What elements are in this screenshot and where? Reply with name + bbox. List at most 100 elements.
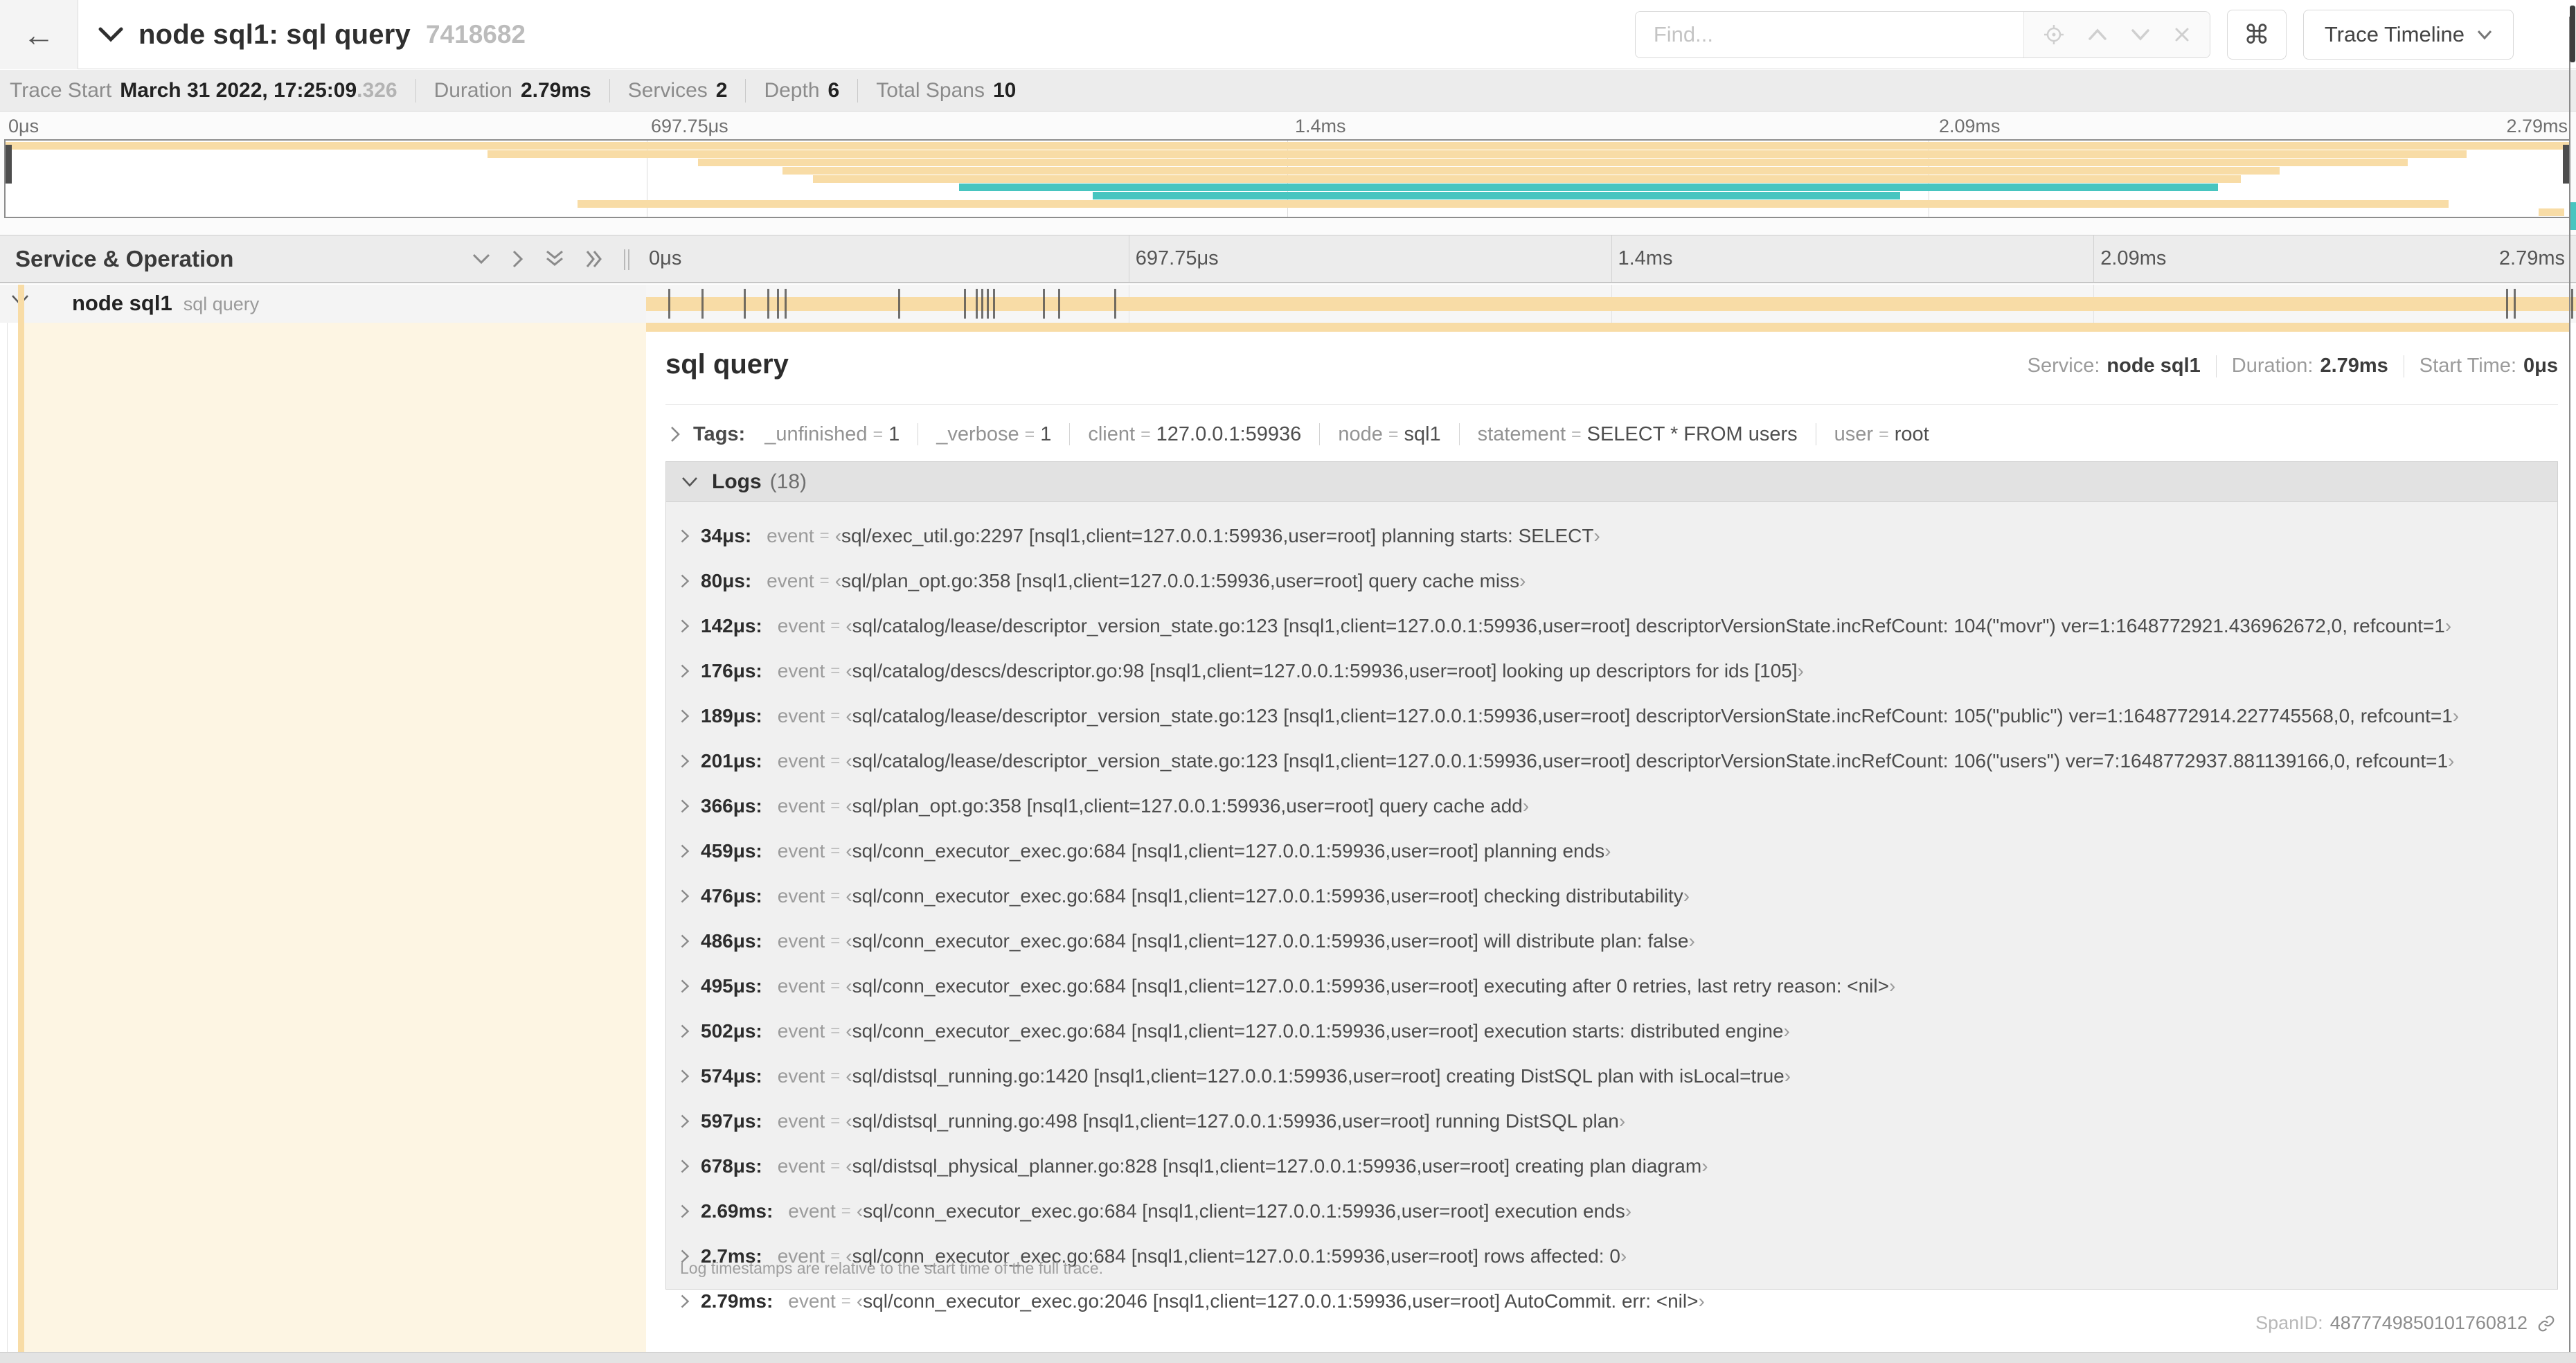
log-entry-row[interactable]: 486μs: event = ‹ sql/conn_executor_exec.go:6…	[666, 918, 2557, 963]
span-detail-panel: sql query Service: node sql1 Duration: 2.79…	[646, 323, 2576, 1352]
find-prev-icon[interactable]	[2088, 28, 2107, 42]
viewrange-right-handle[interactable]	[2563, 145, 2569, 184]
tag-key: user	[1834, 422, 1874, 445]
chevron-right-icon	[680, 844, 690, 859]
deep-link-icon[interactable]	[2537, 1315, 2555, 1333]
find-next-icon[interactable]	[2131, 28, 2150, 42]
span-row[interactable]: node sql1 sql query	[0, 285, 2576, 323]
log-entry-row[interactable]: 597μs: event = ‹ sql/distsql_running.go:498 …	[666, 1098, 2557, 1143]
log-open-quote: ‹	[846, 1019, 852, 1042]
log-close-quote: ›	[2444, 614, 2452, 636]
log-field-value: sql/plan_opt.go:358 [nsql1,client=127.0.…	[841, 569, 1520, 591]
log-open-quote: ‹	[846, 1064, 852, 1087]
log-marker-tick	[767, 289, 769, 319]
log-equals: =	[819, 571, 830, 590]
log-open-quote: ‹	[834, 569, 842, 591]
trace-id: 7418682	[425, 20, 526, 48]
find-suffix-buttons	[2023, 12, 2210, 57]
log-entry-row[interactable]: 366μs: event = ‹ sql/plan_opt.go:358 [nsql1,…	[666, 783, 2557, 828]
timeline-ruler: 0μs 697.75μs 1.4ms 2.09ms 2.79ms	[646, 235, 2576, 282]
log-entry-row[interactable]: 176μs: event = ‹ sql/catalog/descs/descripto…	[666, 648, 2557, 693]
overview-tick-label: 2.09ms	[1939, 116, 2001, 136]
span-duration-bar[interactable]	[646, 297, 2576, 311]
log-field-key: event	[767, 524, 814, 546]
scrollbar-thumb[interactable]	[2570, 6, 2575, 62]
vertical-scrollbar[interactable]	[2569, 0, 2576, 1352]
trace-view-selector[interactable]: Trace Timeline	[2302, 10, 2514, 60]
log-open-quote: ‹	[846, 659, 852, 682]
log-entry-row[interactable]: 678μs: event = ‹ sql/distsql_physical_planne…	[666, 1143, 2557, 1188]
expand-one-icon[interactable]	[512, 249, 524, 269]
log-close-quote: ›	[1888, 974, 1896, 997]
log-marker-tick	[744, 289, 746, 319]
log-field-value: sql/conn_executor_exec.go:684 [nsql1,cli…	[852, 929, 1689, 952]
back-button[interactable]: ←	[0, 0, 78, 69]
log-field-value: sql/catalog/lease/descriptor_version_sta…	[852, 704, 2453, 727]
ruler-tick-label: 0μs	[649, 247, 682, 269]
tag-value: 127.0.0.1:59936	[1156, 422, 1302, 445]
viewrange-left-handle[interactable]	[6, 145, 12, 184]
tag-key: client	[1088, 422, 1136, 445]
log-close-quote: ›	[1701, 1155, 1708, 1177]
log-open-quote: ‹	[834, 524, 842, 546]
tags-title: Tags:	[693, 422, 746, 445]
collapse-one-icon[interactable]	[472, 253, 491, 265]
log-entry-row[interactable]: 502μs: event = ‹ sql/conn_executor_exec.go:6…	[666, 1008, 2557, 1053]
tag-value: 1	[1040, 422, 1052, 445]
horizontal-scrollbar[interactable]	[0, 1352, 2576, 1363]
log-entry-row[interactable]: 201μs: event = ‹ sql/catalog/lease/descripto…	[666, 738, 2557, 783]
log-field-key: event	[777, 974, 825, 997]
log-entry-row[interactable]: 189μs: event = ‹ sql/catalog/lease/descripto…	[666, 693, 2557, 738]
collapse-all-icon[interactable]	[545, 249, 564, 269]
chevron-right-icon	[680, 1114, 690, 1129]
tag-equals: =	[1571, 424, 1582, 444]
divider	[1069, 423, 1071, 445]
column-resizer-handle[interactable]	[624, 249, 634, 270]
header-bar: ← node sql1: sql query 7418682 Find... ⌘…	[0, 0, 2576, 69]
overview-tick-label: 1.4ms	[1295, 116, 1346, 136]
expand-all-icon[interactable]	[585, 249, 605, 269]
find-group	[1634, 11, 2210, 58]
tag-item: user = root	[1834, 423, 1929, 446]
log-equals: =	[830, 1156, 841, 1175]
log-timestamp: 495μs:	[701, 974, 762, 997]
tag-item: node = sql1	[1338, 423, 1440, 446]
log-timestamp: 2.69ms:	[701, 1200, 773, 1222]
log-field-value: sql/conn_executor_exec.go:2046 [nsql1,cl…	[863, 1290, 1699, 1312]
log-equals: =	[819, 526, 830, 545]
log-entry-row[interactable]: 34μs: event = ‹ sql/exec_util.go:2297 [nsql1…	[666, 513, 2557, 558]
chevron-down-icon	[681, 476, 698, 488]
log-entry-row[interactable]: 495μs: event = ‹ sql/conn_executor_exec.go:6…	[666, 963, 2557, 1008]
tags-accordion[interactable]: Tags: _unfinished = 1 _verbose = 1 client = 127.…	[665, 414, 2558, 454]
span-row-timeline[interactable]	[646, 285, 2576, 323]
log-entry-row[interactable]: 80μs: event = ‹ sql/plan_opt.go:358 [nsql1,c…	[666, 558, 2557, 603]
overview-tick-label: 0μs	[8, 116, 39, 136]
detail-meta-label: Service:	[2027, 355, 2100, 377]
overview-minimap-canvas[interactable]	[4, 139, 2570, 218]
overview-tick-label: 697.75μs	[651, 116, 728, 136]
log-entry-row[interactable]: 142μs: event = ‹ sql/catalog/lease/descripto…	[666, 603, 2557, 648]
log-entry-row[interactable]: 574μs: event = ‹ sql/distsql_running.go:1420…	[666, 1053, 2557, 1098]
chevron-right-icon	[680, 1294, 690, 1309]
log-entry-row[interactable]: 2.69ms: event = ‹ sql/conn_executor_exec.go:…	[666, 1188, 2557, 1233]
locate-icon[interactable]	[2043, 24, 2064, 45]
log-timestamp: 366μs:	[701, 794, 762, 817]
log-field-value: sql/conn_executor_exec.go:684 [nsql1,cli…	[852, 839, 1605, 862]
log-timestamp: 34μs:	[701, 524, 752, 546]
span-detail-marker-bar	[646, 323, 2570, 332]
collapse-trace-chevron-icon[interactable]	[98, 26, 123, 43]
log-close-quote: ›	[1683, 884, 1690, 907]
log-marker-tick	[1043, 289, 1046, 319]
log-entry-row[interactable]: 476μs: event = ‹ sql/conn_executor_exec.go:6…	[666, 873, 2557, 918]
logs-accordion-header[interactable]: Logs (18)	[666, 462, 2557, 502]
span-row-name-column[interactable]: node sql1 sql query	[0, 285, 646, 323]
log-equals: =	[830, 661, 841, 680]
find-clear-icon[interactable]	[2174, 26, 2190, 43]
log-marker-tick	[963, 289, 966, 319]
log-entry-row[interactable]: 459μs: event = ‹ sql/conn_executor_exec.go:6…	[666, 828, 2557, 873]
log-open-quote: ‹	[846, 749, 852, 772]
log-equals: =	[830, 1021, 841, 1040]
find-input[interactable]	[1635, 12, 2023, 57]
span-detail-title: sql query	[665, 349, 789, 380]
keyboard-shortcuts-button[interactable]: ⌘	[2226, 10, 2287, 60]
